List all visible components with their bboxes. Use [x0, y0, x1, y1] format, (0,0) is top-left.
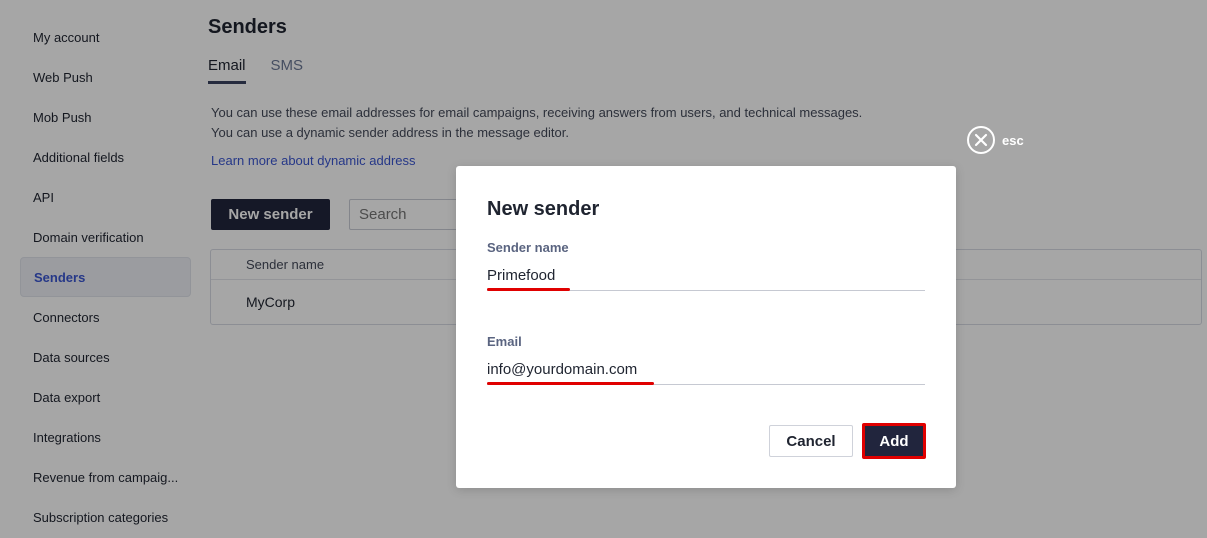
new-sender-dialog: New sender Sender name Email Cancel Add — [456, 166, 956, 488]
email-highlight — [487, 382, 654, 385]
email-input[interactable] — [487, 355, 925, 385]
dialog-title: New sender — [487, 198, 600, 220]
sender-name-highlight — [487, 288, 570, 291]
sender-name-label: Sender name — [487, 240, 569, 255]
esc-label: esc — [1002, 132, 1024, 148]
sender-name-input[interactable] — [487, 261, 925, 291]
add-button[interactable]: Add — [865, 426, 923, 456]
add-button-highlight: Add — [862, 423, 926, 459]
close-icon — [967, 126, 995, 154]
close-modal-button[interactable]: esc — [967, 126, 1024, 154]
cancel-button[interactable]: Cancel — [769, 425, 853, 457]
email-label: Email — [487, 334, 522, 349]
